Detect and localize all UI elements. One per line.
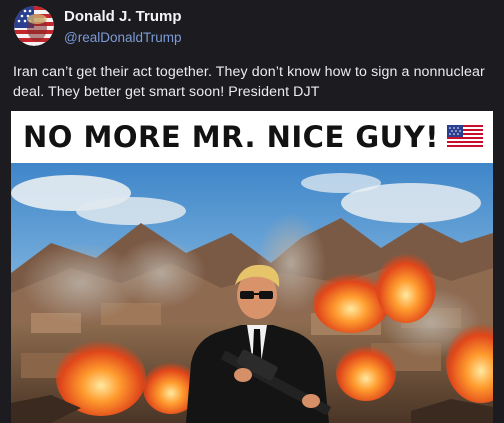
- us-flag-icon: [447, 125, 483, 149]
- battlefield-scene-image: [11, 163, 493, 423]
- display-name[interactable]: Donald J. Trump: [64, 8, 182, 25]
- post-card: Donald J. Trump @realDonaldTrump Iran ca…: [0, 0, 504, 423]
- media-headline: NO MORE MR. NICE GUY!: [23, 120, 439, 154]
- post-text: Iran can’t get their act together. They …: [13, 64, 485, 100]
- avatar[interactable]: [14, 6, 54, 46]
- post-media-image[interactable]: NO MORE MR. NICE GUY!: [11, 111, 493, 423]
- headline-band: NO MORE MR. NICE GUY!: [11, 111, 493, 163]
- flag-face-avatar-icon: [14, 6, 54, 46]
- user-handle[interactable]: @realDonaldTrump: [64, 30, 182, 45]
